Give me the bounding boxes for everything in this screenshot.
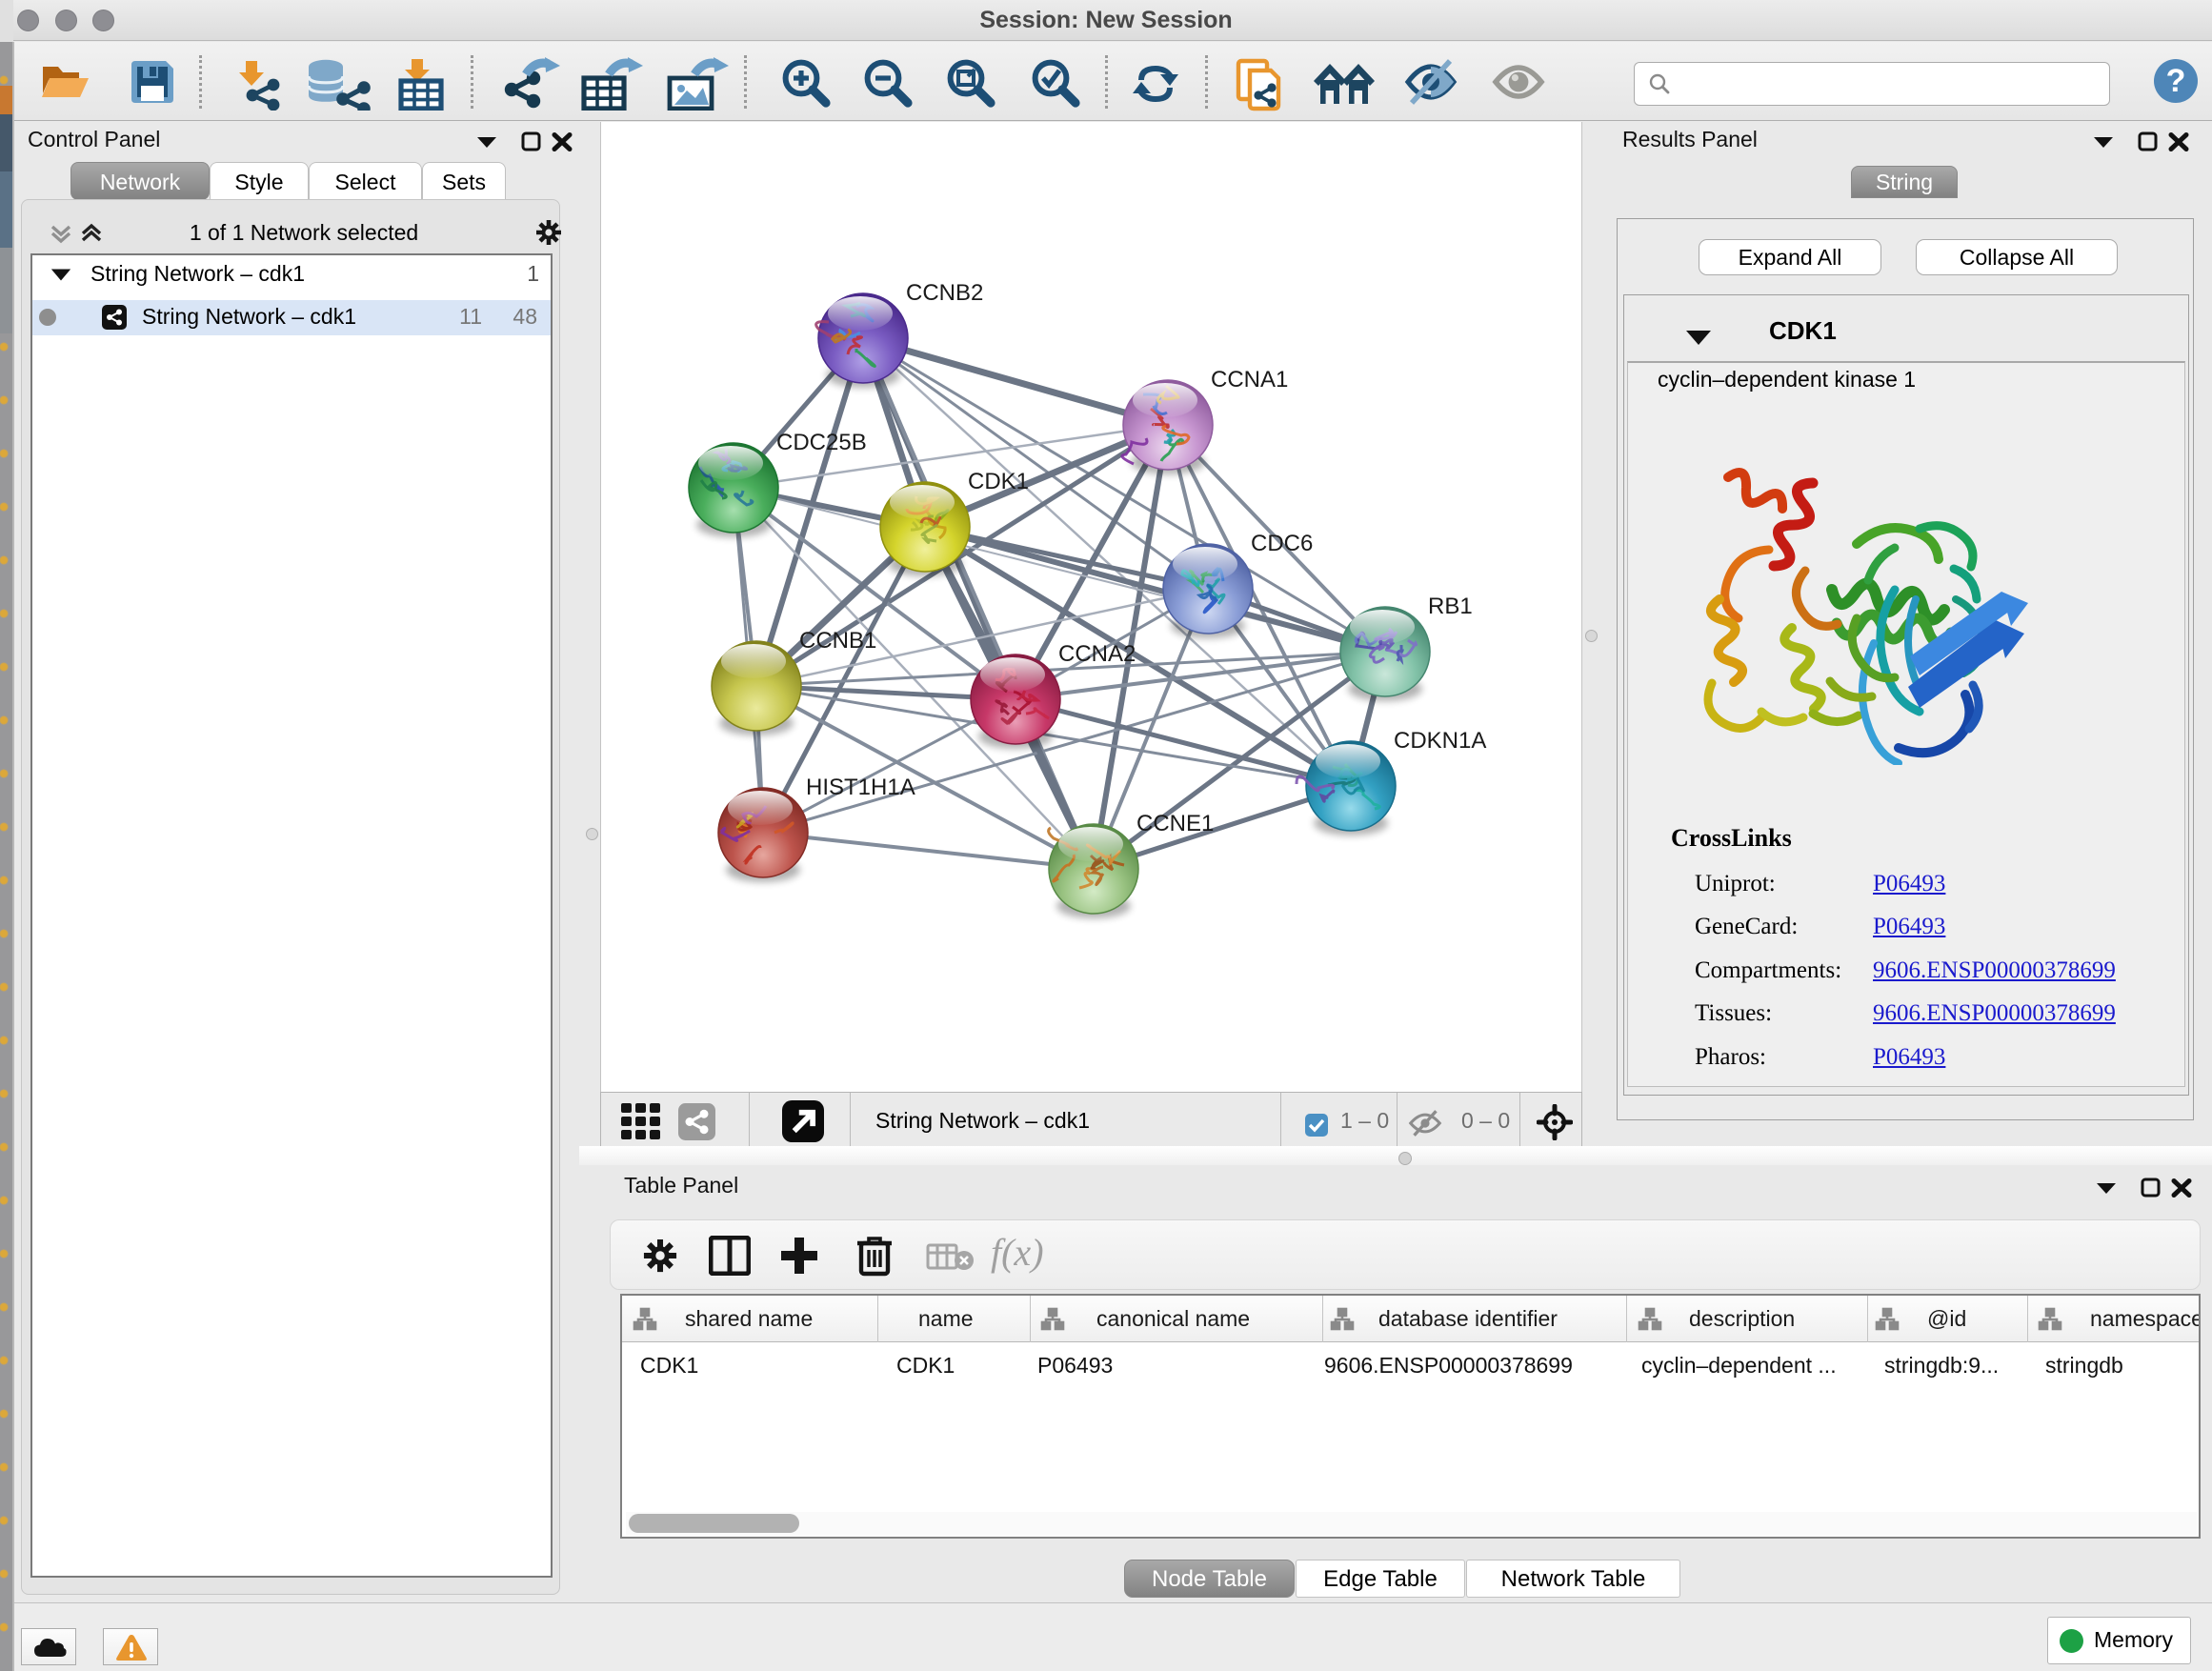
- svg-text:RB1: RB1: [1428, 594, 1473, 619]
- svg-text:CCNA2: CCNA2: [1058, 641, 1136, 667]
- svg-text:CCNE1: CCNE1: [1136, 811, 1214, 836]
- svg-text:CCNB1: CCNB1: [799, 628, 876, 654]
- svg-text:CDC6: CDC6: [1251, 531, 1313, 556]
- svg-text:CDKN1A: CDKN1A: [1394, 728, 1486, 754]
- svg-text:CDK1: CDK1: [968, 469, 1029, 494]
- svg-text:HIST1H1A: HIST1H1A: [806, 775, 915, 800]
- svg-text:CCNA1: CCNA1: [1211, 367, 1288, 393]
- svg-text:CDC25B: CDC25B: [776, 430, 867, 455]
- svg-text:CCNB2: CCNB2: [906, 280, 983, 306]
